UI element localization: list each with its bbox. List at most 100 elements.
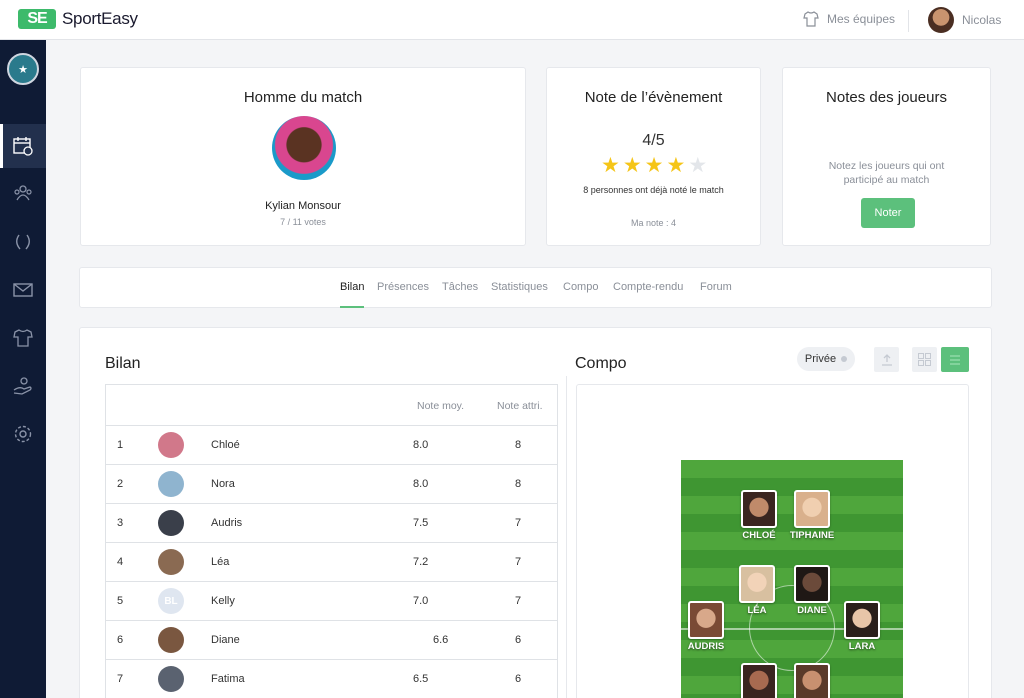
player-label: AUDRIS xyxy=(687,641,725,652)
player-notes-title: Notes des joueurs xyxy=(826,89,947,106)
sidebar-item-payments[interactable] xyxy=(0,364,46,408)
player-label: TIPHAINE xyxy=(789,530,835,541)
pitch-player-bottom-right[interactable] xyxy=(782,663,842,698)
sidebar-item-jersey[interactable] xyxy=(0,316,46,360)
my-teams-link[interactable]: Mes équipes xyxy=(803,11,895,27)
player-label: LARA xyxy=(848,641,876,652)
player-rank: 1 xyxy=(117,439,124,451)
gear-icon xyxy=(14,425,32,443)
tab-compte-rendu[interactable]: Compte-rendu xyxy=(613,281,683,293)
sporteasy-logo[interactable]: SE SportEasy xyxy=(18,9,138,29)
star-empty-icon[interactable]: ★ xyxy=(688,155,707,176)
motm-photo[interactable] xyxy=(272,116,336,180)
player-name[interactable]: Fatima xyxy=(211,673,245,685)
bilan-title: Bilan xyxy=(105,355,141,372)
player-rank: 6 xyxy=(117,634,124,646)
player-avatar xyxy=(158,549,184,575)
list-icon xyxy=(950,354,960,365)
player-attributed-rating: 6 xyxy=(515,634,522,646)
list-view-button[interactable] xyxy=(941,347,969,372)
player-rank: 7 xyxy=(117,673,124,685)
event-rating-value: 4/5 xyxy=(642,132,665,149)
star-filled-icon[interactable]: ★ xyxy=(623,155,642,176)
table-row[interactable]: 3 Audris 7.5 7 xyxy=(106,503,557,542)
player-photo xyxy=(741,490,777,528)
player-avg-rating: 8.0 xyxy=(413,478,429,490)
topbar-divider xyxy=(908,10,909,32)
table-row[interactable]: 4 Léa 7.2 7 xyxy=(106,542,557,581)
privacy-toggle[interactable]: Privée xyxy=(797,347,855,371)
team-icon xyxy=(14,185,32,201)
player-name[interactable]: Audris xyxy=(211,517,242,529)
pitch-player-audris[interactable]: AUDRIS xyxy=(676,601,736,652)
sidebar: ★ xyxy=(0,40,46,698)
motm-votes: 7 / 11 votes xyxy=(280,217,326,227)
player-attributed-rating: 7 xyxy=(515,556,522,568)
table-row[interactable]: 1 Chloé 8.0 8 xyxy=(106,425,557,464)
tab-presences[interactable]: Présences xyxy=(377,281,429,293)
sidebar-item-trophy[interactable] xyxy=(0,220,46,264)
pitch-player-lara[interactable]: LARA xyxy=(832,601,892,652)
tab-forum[interactable]: Forum xyxy=(700,281,732,293)
star-filled-icon[interactable]: ★ xyxy=(666,155,685,176)
export-button[interactable] xyxy=(874,347,899,372)
grid-icon xyxy=(918,353,931,366)
player-photo xyxy=(794,565,830,603)
sidebar-item-team[interactable] xyxy=(0,172,46,216)
player-photo xyxy=(794,490,830,528)
player-name[interactable]: Nora xyxy=(211,478,235,490)
player-photo xyxy=(741,663,777,698)
player-photo xyxy=(844,601,880,639)
club-logo[interactable]: ★ xyxy=(7,53,39,85)
rating-count-text: 8 personnes ont déjà noté le match xyxy=(583,185,724,195)
player-avg-rating: 8.0 xyxy=(413,439,429,451)
player-avg-rating: 6.5 xyxy=(413,673,429,685)
player-name[interactable]: Kelly xyxy=(211,595,235,607)
column-header-avg: Note moy. xyxy=(417,400,465,412)
my-teams-label: Mes équipes xyxy=(827,12,896,26)
top-bar: SE SportEasy Mes équipes Nicolas xyxy=(0,0,1024,40)
table-row[interactable]: 5 BL Kelly 7.0 7 xyxy=(106,581,557,620)
sidebar-item-settings[interactable] xyxy=(0,412,46,456)
player-notes-hint: Notez les joueurs qui ont participé au m… xyxy=(828,160,945,186)
table-row[interactable]: 6 Diane 6.6 6 xyxy=(106,620,557,659)
player-attributed-rating: 8 xyxy=(515,478,522,490)
compo-title: Compo xyxy=(575,355,627,372)
tab-taches[interactable]: Tâches xyxy=(442,281,478,293)
user-menu[interactable]: Nicolas xyxy=(928,7,1001,33)
player-avg-rating: 6.6 xyxy=(433,634,449,646)
tab-bilan[interactable]: Bilan xyxy=(340,281,364,293)
motm-name: Kylian Monsour xyxy=(265,200,341,212)
player-photo xyxy=(688,601,724,639)
player-name[interactable]: Léa xyxy=(211,556,229,568)
pitch-player-lea[interactable]: LÉA xyxy=(727,565,787,616)
grid-view-button[interactable] xyxy=(912,347,937,372)
player-rank: 2 xyxy=(117,478,124,490)
logo-text: SportEasy xyxy=(62,9,138,28)
player-name[interactable]: Diane xyxy=(211,634,240,646)
table-row[interactable]: 7 Fatima 6.5 6 xyxy=(106,659,557,698)
motm-title: Homme du match xyxy=(243,89,363,106)
star-filled-icon[interactable]: ★ xyxy=(645,155,664,176)
player-name[interactable]: Chloé xyxy=(211,439,240,451)
player-attributed-rating: 7 xyxy=(515,517,522,529)
tab-statistiques[interactable]: Statistiques xyxy=(491,281,548,293)
pitch-player-tiphaine[interactable]: TIPHAINE xyxy=(782,490,842,541)
logo-mark: SE xyxy=(18,9,56,29)
rate-players-button[interactable]: Noter xyxy=(861,198,915,228)
sidebar-item-calendar[interactable] xyxy=(0,124,46,168)
active-tab-indicator xyxy=(340,306,364,308)
my-note: Ma note : 4 xyxy=(630,218,677,228)
player-avatar xyxy=(158,471,184,497)
player-rank: 4 xyxy=(117,556,124,568)
star-filled-icon[interactable]: ★ xyxy=(601,155,620,176)
sidebar-item-messages[interactable] xyxy=(0,268,46,312)
pitch-player-chloe[interactable]: CHLOÉ xyxy=(729,490,789,541)
player-avatar: BL xyxy=(158,588,184,614)
jersey-icon xyxy=(803,11,819,27)
table-row[interactable]: 2 Nora 8.0 8 xyxy=(106,464,557,503)
tab-compo[interactable]: Compo xyxy=(563,281,598,293)
player-avg-rating: 7.2 xyxy=(413,556,429,568)
bilan-panel: Bilan Note moy. Note attri. 1 Chloé 8.0 8 2 N… xyxy=(79,327,992,698)
pitch-player-bottom-left[interactable] xyxy=(729,663,789,698)
